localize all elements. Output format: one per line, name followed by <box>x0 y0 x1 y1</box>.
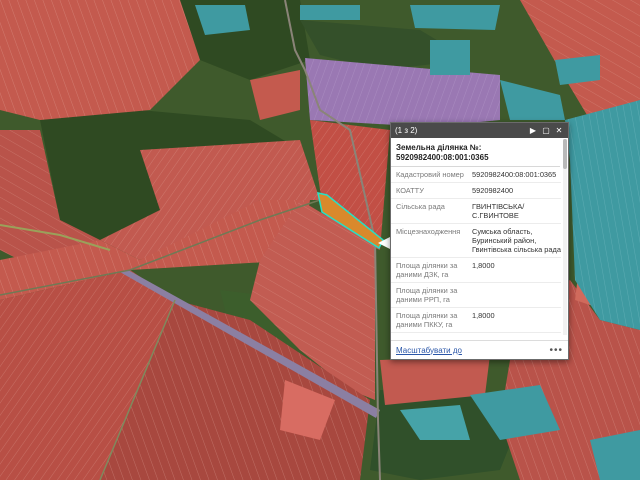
popup-footer: Масштабувати до ••• <box>391 340 568 359</box>
attribute-value <box>472 286 561 304</box>
maximize-icon[interactable]: ▢ <box>541 126 551 136</box>
attribute-row: КОАТТУ 5920982400 <box>391 183 561 199</box>
scrollbar-thumb[interactable] <box>563 139 567 169</box>
parcel-teal <box>430 40 470 75</box>
attribute-value: 1,8000 <box>472 311 495 320</box>
parcel-teal <box>410 5 500 30</box>
attribute-row: Кадастровий номер 5920982400:08:001:0365 <box>391 167 561 183</box>
popup-attributes[interactable]: Кадастровий номер 5920982400:08:001:0365… <box>391 167 561 335</box>
popup-scrollbar[interactable] <box>563 139 567 335</box>
attribute-row: Місцезнаходження Сумська область, Буринс… <box>391 224 561 258</box>
parcel-teal <box>300 5 360 20</box>
attribute-value: 5920982400:08:001:0365 <box>472 170 557 179</box>
popup-title-label: Земельна ділянка №: <box>396 143 482 152</box>
attribute-row: Площа ділянки за даними ПККУ, га 1,8000 <box>391 308 561 333</box>
attribute-label: Кадастровий номер <box>396 170 464 179</box>
attribute-value: 5920982400 <box>472 186 514 195</box>
popup-title-value: 5920982400:08:001:0365 <box>396 153 489 162</box>
popup-pointer <box>378 237 390 249</box>
attribute-value: Сумська область, Буринський район, Гвинт… <box>472 227 561 254</box>
parcel-teal <box>555 55 600 85</box>
zoom-to-link[interactable]: Масштабувати до <box>396 346 549 355</box>
next-icon[interactable]: ▶ <box>528 126 538 136</box>
attribute-row: Площа ділянки за даними ДЗК, га 1,8000 <box>391 258 561 283</box>
parcel-popup: (1 з 2) ▶ ▢ ✕ Земельна ділянка №: 592098… <box>390 122 569 360</box>
attribute-label: Площа ділянки за даними ПККУ, га <box>396 311 458 329</box>
attribute-label: Площа ділянки за даними РРП, га <box>396 286 458 304</box>
close-icon[interactable]: ✕ <box>554 126 564 136</box>
popup-counter: (1 з 2) <box>395 126 418 135</box>
popup-title: Земельна ділянка №: 5920982400:08:001:03… <box>391 138 560 167</box>
attribute-label: Місцезнаходження <box>396 227 461 236</box>
popup-header: (1 з 2) ▶ ▢ ✕ <box>391 123 568 138</box>
attribute-label: Площа ділянки за даними ДЗК, га <box>396 261 458 279</box>
more-icon[interactable]: ••• <box>549 345 563 356</box>
attribute-label: Сільська рада <box>396 202 445 211</box>
attribute-value: ГВИНТІВСЬКА/ С.ГВИНТОВЕ <box>472 202 525 220</box>
attribute-row: Площа ділянки за даними РРП, га <box>391 283 561 308</box>
attribute-value: 1,8000 <box>472 261 495 270</box>
attribute-row: Сільська рада ГВИНТІВСЬКА/ С.ГВИНТОВЕ <box>391 199 561 224</box>
attribute-label: КОАТТУ <box>396 186 424 195</box>
